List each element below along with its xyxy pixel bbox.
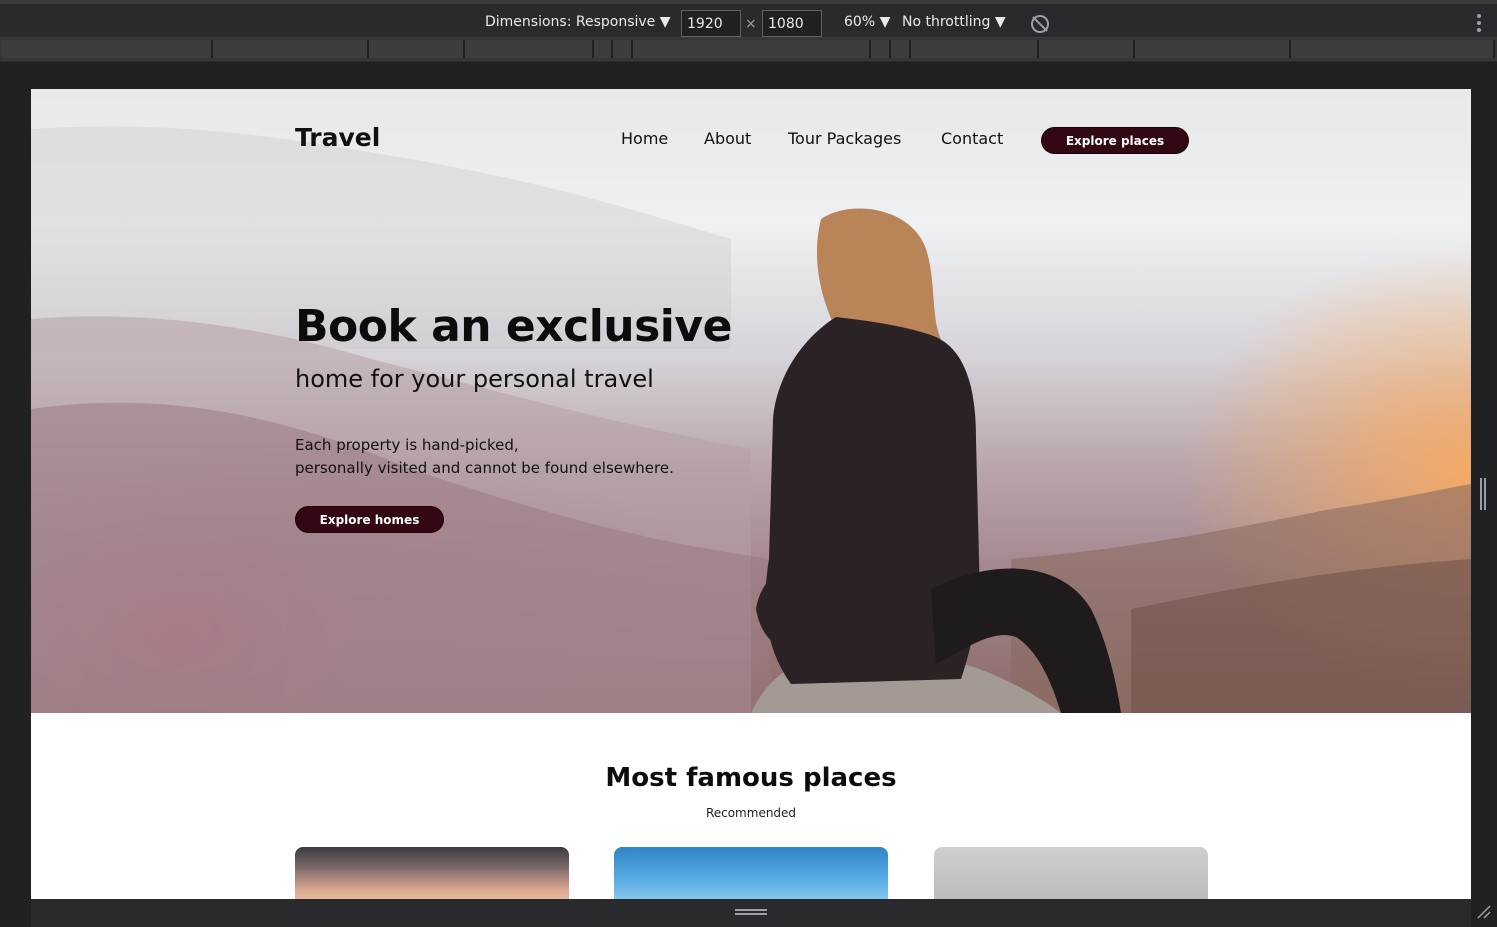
more-options-icon[interactable] [1474, 14, 1484, 35]
media-query-segment[interactable] [213, 40, 369, 58]
media-query-segment[interactable] [465, 40, 594, 58]
media-query-segment[interactable] [613, 40, 633, 58]
place-card-image[interactable] [934, 847, 1208, 899]
media-query-segment[interactable] [871, 40, 891, 58]
media-query-segment[interactable] [1039, 40, 1135, 58]
nav-contact-link[interactable]: Contact [941, 129, 1003, 148]
media-query-segment[interactable] [369, 40, 465, 58]
nav-tour-packages-link[interactable]: Tour Packages [788, 129, 901, 148]
resize-corner-icon[interactable] [1476, 904, 1492, 920]
hero-subtitle: home for your personal travel [295, 365, 654, 393]
explore-places-button[interactable]: Explore places [1041, 127, 1189, 154]
nav-about-link[interactable]: About [704, 129, 751, 148]
zoom-dropdown[interactable]: 60% ▼ [844, 12, 890, 32]
nav-home-link[interactable]: Home [621, 129, 668, 148]
media-query-ruler [0, 38, 1497, 62]
viewport-height-input[interactable] [762, 10, 822, 37]
resize-width-handle[interactable] [1480, 478, 1486, 510]
hero-section: Travel Home About Tour Packages Contact … [31, 89, 1471, 713]
media-query-segment[interactable] [594, 40, 613, 58]
hero-title: Book an exclusive [295, 301, 732, 352]
site-logo[interactable]: Travel [295, 123, 380, 152]
resize-height-handle[interactable] [735, 909, 767, 915]
media-query-segment[interactable] [891, 40, 911, 58]
rotate-icon[interactable] [1031, 15, 1049, 33]
throttling-dropdown[interactable]: No throttling ▼ [902, 12, 1006, 32]
media-query-segment[interactable] [911, 40, 1039, 58]
media-query-segment[interactable] [633, 40, 871, 58]
dimension-separator: × [745, 16, 757, 32]
viewport-bottom-bar [31, 899, 1471, 927]
explore-homes-button[interactable]: Explore homes [295, 506, 444, 533]
media-query-segment[interactable] [2, 40, 213, 58]
hero-description: Each property is hand-picked, personally… [295, 434, 674, 480]
device-toolbar: Dimensions: Responsive ▼ × 60% ▼ No thro… [0, 0, 1497, 38]
hero-description-line: personally visited and cannot be found e… [295, 459, 674, 477]
hero-description-line: Each property is hand-picked, [295, 436, 519, 454]
media-query-segment[interactable] [1135, 40, 1291, 58]
place-card-image[interactable] [614, 847, 888, 899]
section-title: Most famous places [605, 763, 897, 793]
place-card-image[interactable] [295, 847, 569, 899]
dimensions-dropdown[interactable]: Dimensions: Responsive ▼ [485, 12, 671, 32]
emulated-viewport: Travel Home About Tour Packages Contact … [31, 89, 1471, 899]
media-query-segment[interactable] [1291, 40, 1495, 58]
hero-background-image [31, 126, 1471, 713]
viewport-width-input[interactable] [681, 10, 741, 37]
section-subtitle: Recommended [705, 806, 797, 820]
